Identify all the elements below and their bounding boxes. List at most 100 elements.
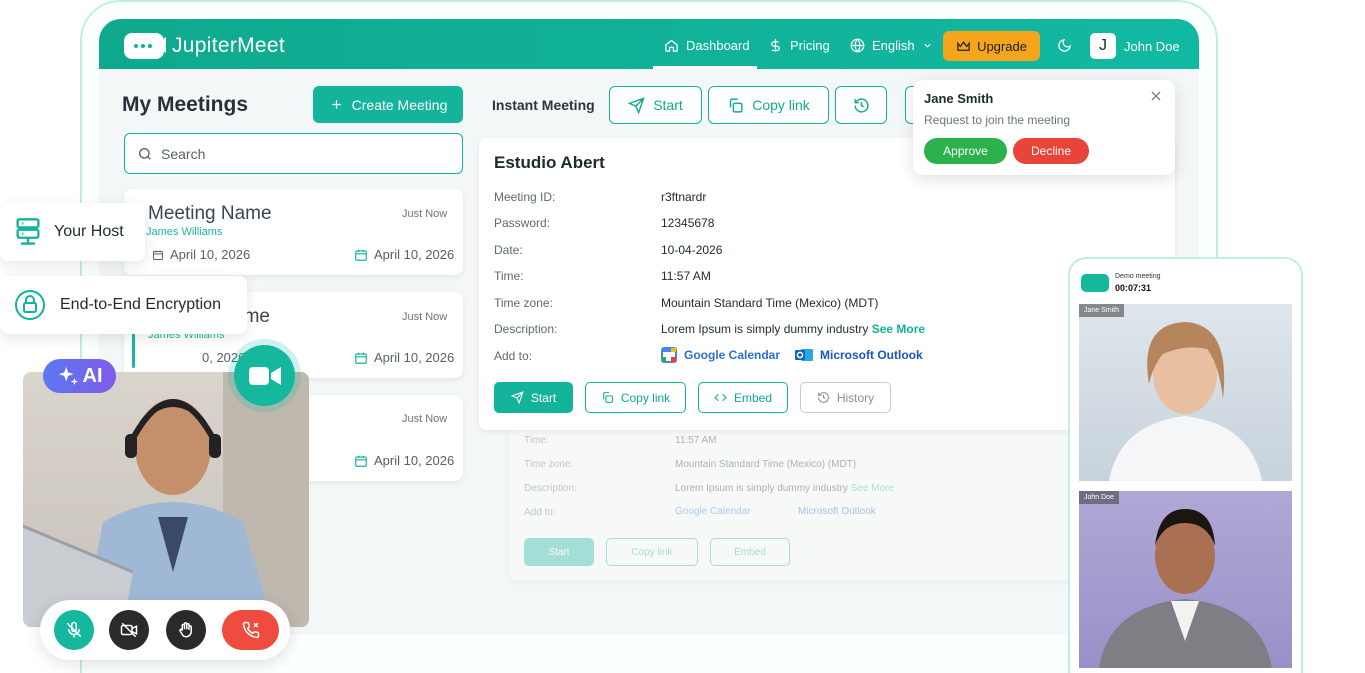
field-label: Password: (494, 216, 551, 230)
participant-name: John Doe (1079, 491, 1119, 504)
mute-mic-button[interactable] (54, 610, 94, 650)
meeting-time: Just Now (402, 208, 448, 220)
meeting-detail-title: Estudio Abert (494, 153, 605, 172)
meeting-icon (1081, 274, 1109, 292)
ghost-desc-label: Description: (524, 483, 577, 494)
instant-copy-link-button[interactable]: Copy link (708, 86, 829, 124)
upgrade-label: Upgrade (977, 38, 1027, 54)
outlook-link[interactable]: Microsoft Outlook (795, 347, 923, 363)
call-controls-bar (40, 600, 290, 660)
search-input[interactable]: Search (124, 133, 463, 174)
ghost-copy-button: Copy link (606, 538, 698, 566)
code-icon (714, 393, 727, 402)
google-calendar-link[interactable]: Google Calendar (661, 347, 780, 363)
hand-icon (179, 622, 192, 638)
camera-off-button[interactable] (109, 610, 149, 650)
globe-icon (850, 38, 865, 53)
language-selector[interactable]: English (850, 38, 933, 53)
close-icon[interactable] (1149, 89, 1163, 108)
history-icon (817, 392, 829, 403)
calendar-icon (153, 250, 163, 260)
time-value: 11:57 AM (661, 269, 711, 283)
participant-name: Jane Smith (1079, 304, 1125, 317)
ghost-time-label: Time: (524, 435, 549, 446)
start-button[interactable]: Start (494, 382, 573, 413)
search-placeholder: Search (161, 145, 206, 162)
crown-icon (957, 40, 970, 51)
home-icon (665, 39, 678, 52)
host-video-tile (23, 372, 309, 627)
history-button[interactable]: History (800, 382, 891, 413)
instant-start-button[interactable]: Start (609, 86, 702, 124)
calendar-icon (355, 249, 367, 261)
instant-start-label: Start (653, 97, 683, 113)
ghost-tz-label: Time zone: (524, 459, 574, 470)
host-person-illustration (23, 372, 309, 627)
calendar-icon (355, 352, 367, 364)
upgrade-button[interactable]: Upgrade (943, 31, 1040, 61)
raise-hand-button[interactable] (166, 610, 206, 650)
meeting-card[interactable]: Meeting Name Just Now James Williams Apr… (124, 189, 463, 275)
description-value: Lorem Ipsum is simply dummy industry See… (661, 322, 925, 336)
mobile-meeting-name: Demo meeting (1115, 273, 1161, 280)
ghost-tz-value: Mountain Standard Time (Mexico) (MDT) (675, 459, 857, 470)
see-more-link[interactable]: See More (872, 322, 925, 336)
camera-off-icon (120, 622, 138, 638)
field-label: Time zone: (494, 296, 553, 310)
video-camera-button[interactable] (234, 345, 295, 406)
nav-active-indicator (653, 66, 757, 69)
server-icon (16, 218, 40, 245)
your-host-label: Your Host (54, 223, 124, 240)
meeting-start-date: April 10, 2026 (152, 247, 250, 262)
add-to-label: Add to: (494, 349, 533, 363)
ghost-start-button: Start (524, 538, 594, 566)
lock-icon (15, 290, 45, 320)
sparkle-icon (58, 366, 78, 386)
dark-mode-toggle[interactable] (1057, 38, 1072, 58)
brand-name: JupiterMeet (172, 34, 286, 57)
jane-smith-illustration (1109, 322, 1262, 481)
search-icon (139, 147, 151, 160)
copy-icon (602, 392, 613, 403)
mic-off-icon (66, 621, 82, 638)
instant-copy-label: Copy link (752, 97, 810, 113)
meeting-end-date: April 10, 2026 (354, 350, 454, 365)
video-tile: John Doe (1079, 491, 1292, 668)
nav-dashboard[interactable]: Dashboard (664, 38, 750, 53)
ghost-embed-button: Embed (710, 538, 790, 566)
user-name[interactable]: John Doe (1124, 39, 1180, 54)
nav-pricing[interactable]: Pricing (768, 38, 830, 53)
meeting-id-value: r3ftnardr (661, 190, 707, 204)
field-label: Time: (494, 269, 524, 283)
encryption-label: End-to-End Encryption (60, 296, 221, 313)
instant-history-button[interactable] (835, 86, 887, 124)
user-avatar[interactable]: J (1090, 33, 1116, 59)
date-value: 10-04-2026 (661, 243, 723, 257)
meeting-title: Meeting Name (148, 203, 272, 224)
copy-link-button[interactable]: Copy link (585, 382, 686, 413)
ai-badge: AI (43, 359, 116, 393)
approve-button[interactable]: Approve (924, 138, 1007, 164)
field-label: Meeting ID: (494, 190, 556, 204)
password-value: 12345678 (661, 216, 715, 230)
ghost-desc-value: Lorem Ipsum is simply dummy industry See… (675, 483, 894, 494)
request-message: Request to join the meeting (924, 113, 1071, 127)
dollar-icon (771, 39, 780, 52)
meeting-end-date: April 10, 2026 (354, 453, 454, 468)
decline-button[interactable]: Decline (1013, 138, 1089, 164)
ghost-add-label: Add to: (524, 507, 556, 518)
video-camera-icon (248, 366, 281, 385)
video-tile: Jane Smith (1079, 304, 1292, 481)
embed-button[interactable]: Embed (698, 382, 788, 413)
create-meeting-button[interactable]: Create Meeting (313, 86, 463, 123)
encryption-chip: End-to-End Encryption (0, 276, 247, 334)
ghost-outlook: Microsoft Outlook (798, 506, 876, 517)
history-icon (853, 97, 869, 113)
field-label: Description: (494, 322, 558, 336)
john-doe-illustration (1099, 509, 1272, 668)
field-label: Date: (494, 243, 523, 257)
plus-icon (331, 100, 341, 109)
ai-label: AI (82, 364, 103, 387)
create-meeting-label: Create Meeting (351, 96, 448, 113)
end-call-button[interactable] (222, 610, 279, 650)
